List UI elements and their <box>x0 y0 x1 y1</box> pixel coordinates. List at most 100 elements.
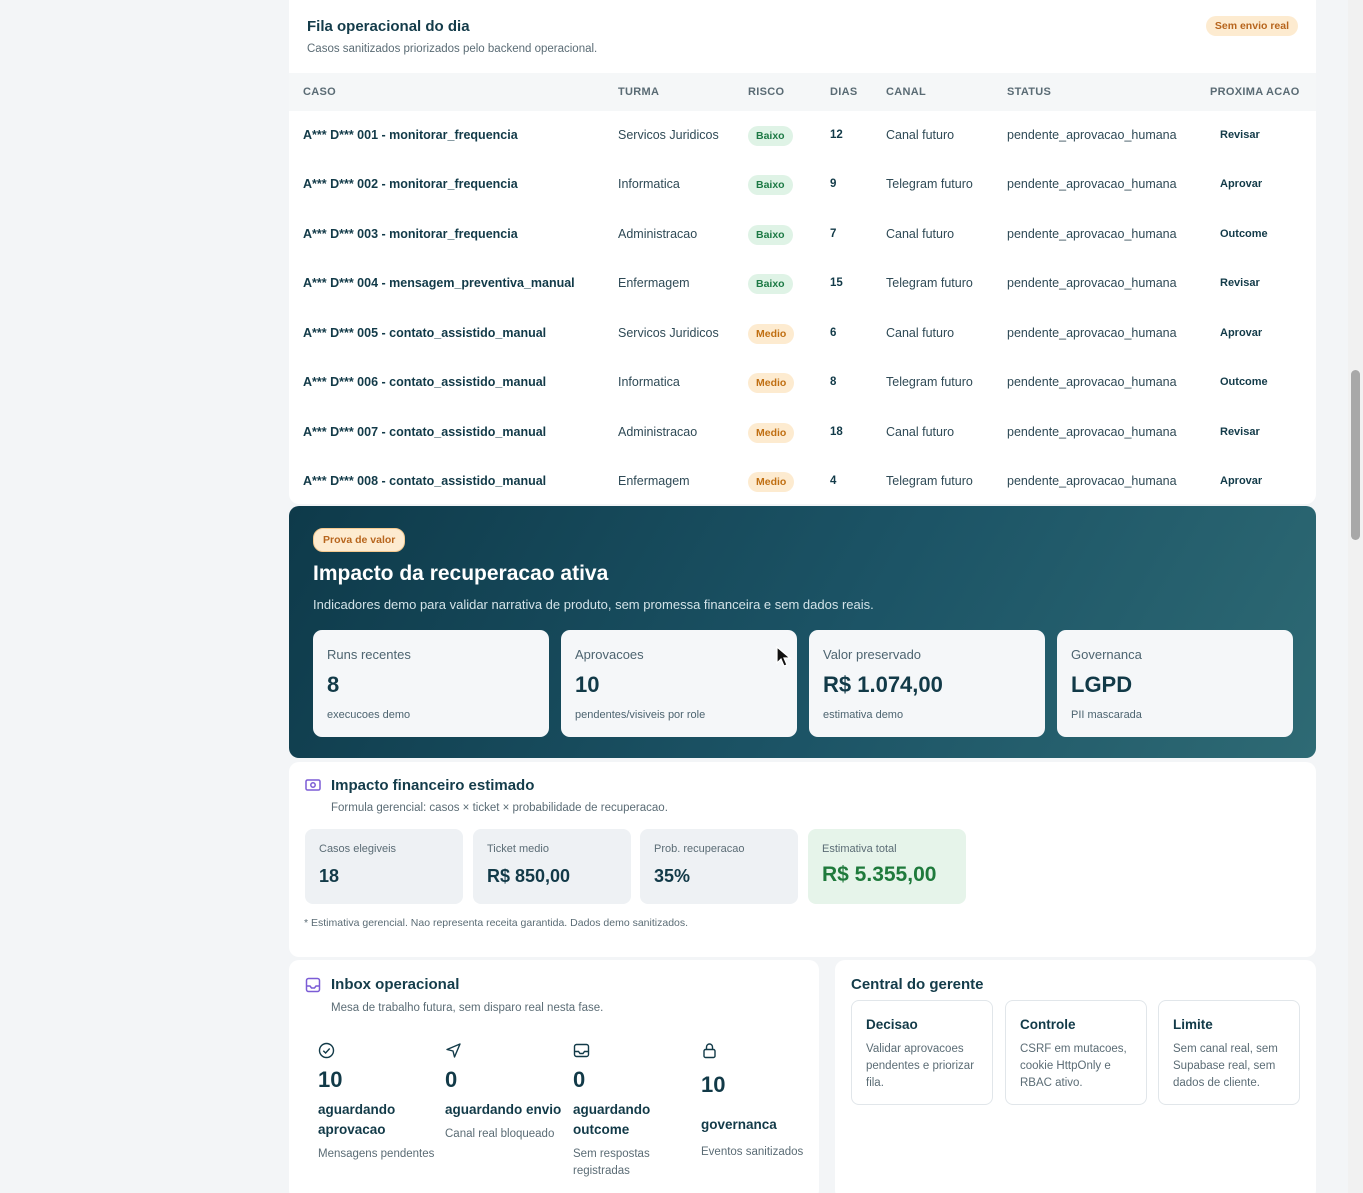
cell-caso[interactable]: A*** D*** 004 - mensagem_preventiva_manu… <box>303 276 575 290</box>
next-action-button[interactable]: Outcome <box>1220 376 1268 388</box>
column-header-proxima-acao[interactable]: PROXIMA ACAO <box>1210 86 1300 98</box>
next-action-button[interactable]: Outcome <box>1220 228 1268 240</box>
risk-badge: Baixo <box>748 224 793 245</box>
table-row[interactable]: A*** D*** 007 - contato_assistido_manual… <box>289 407 1316 456</box>
central-box-decisao: Decisao Validar aprovacoes pendentes e p… <box>851 1000 993 1105</box>
inbox-icon <box>305 977 321 993</box>
money-icon <box>305 779 321 791</box>
sem-envio-badge: Sem envio real <box>1205 16 1298 36</box>
table-row[interactable]: A*** D*** 002 - monitorar_frequencia Info… <box>289 159 1316 208</box>
stat-aguardando-aprovacao: 10 aguardando aprovacao Mensagens penden… <box>318 1042 436 1163</box>
page-scrollbar[interactable] <box>1348 0 1363 1193</box>
financeiro-disclaimer: * Estimativa gerencial. Nao representa r… <box>304 917 689 929</box>
scrollbar-thumb[interactable] <box>1351 370 1360 540</box>
table-row[interactable]: A*** D*** 004 - mensagem_preventiva_manu… <box>289 258 1316 307</box>
fila-operacional-card: Fila operacional do dia Casos sanitizado… <box>289 0 1316 504</box>
cell-status: pendente_aprovacao_humana <box>1007 275 1177 290</box>
fila-title: Fila operacional do dia <box>307 18 470 35</box>
metric-value: 35% <box>654 866 691 886</box>
kpi-caption: estimativa demo <box>823 709 904 721</box>
cell-caso[interactable]: A*** D*** 008 - contato_assistido_manual <box>303 474 546 488</box>
impacto-financeiro-card: Impacto financeiro estimado Formula gere… <box>289 762 1316 957</box>
stat-title: aguardando aprovacao <box>318 1102 396 1137</box>
kpi-label: Valor preservado <box>823 647 922 662</box>
ticket-medio-box: Ticket medio R$ 850,00 <box>473 829 631 904</box>
central-box-description: Validar aprovacoes pendentes e priorizar… <box>866 1043 975 1089</box>
central-box-title: Controle <box>1020 1017 1076 1032</box>
column-header-risco[interactable]: RISCO <box>748 86 784 98</box>
impacto-subtitle: Indicadores demo para validar narrativa … <box>313 597 874 612</box>
cell-status: pendente_aprovacao_humana <box>1007 226 1177 241</box>
cell-caso[interactable]: A*** D*** 005 - contato_assistido_manual <box>303 326 546 340</box>
cell-canal: Canal futuro <box>886 424 955 439</box>
cell-canal: Canal futuro <box>886 226 955 241</box>
column-header-caso[interactable]: CASO <box>303 86 336 98</box>
cell-status: pendente_aprovacao_humana <box>1007 325 1177 340</box>
next-action-button[interactable]: Aprovar <box>1220 327 1262 339</box>
stat-description: Mensagens pendentes <box>318 1148 435 1160</box>
risk-badge: Baixo <box>748 125 793 146</box>
estimativa-total-box: Estimativa total R$ 5.355,00 <box>808 829 966 904</box>
cell-dias: 8 <box>830 375 837 388</box>
cell-status: pendente_aprovacao_humana <box>1007 473 1177 488</box>
kpi-aprovacoes: Aprovacoes 10 pendentes/visiveis por rol… <box>561 630 797 737</box>
financeiro-subtitle: Formula gerencial: casos × ticket × prob… <box>331 802 668 814</box>
cell-caso[interactable]: A*** D*** 001 - monitorar_frequencia <box>303 128 518 142</box>
impacto-recuperacao-panel: Prova de valor Impacto da recuperacao at… <box>289 506 1316 758</box>
metric-label: Prob. recuperacao <box>654 843 745 855</box>
cell-status: pendente_aprovacao_humana <box>1007 424 1177 439</box>
stat-value: 10 <box>318 1067 343 1092</box>
stat-aguardando-envio: 0 aguardando envio Canal real bloqueado <box>445 1042 563 1143</box>
next-action-button[interactable]: Aprovar <box>1220 178 1262 190</box>
cell-caso[interactable]: A*** D*** 003 - monitorar_frequencia <box>303 227 518 241</box>
stat-aguardando-outcome: 0 aguardando outcome Sem respostas regis… <box>573 1042 691 1180</box>
inbox-tray-icon <box>573 1043 590 1058</box>
risk-badge: Medio <box>748 471 795 492</box>
metric-label: Casos elegiveis <box>319 843 397 855</box>
central-box-limite: Limite Sem canal real, sem Supabase real… <box>1158 1000 1300 1105</box>
kpi-caption: execucoes demo <box>327 709 411 721</box>
send-icon <box>446 1043 461 1058</box>
kpi-caption: pendentes/visiveis por role <box>575 709 706 721</box>
column-header-dias[interactable]: DIAS <box>830 86 857 98</box>
prova-de-valor-badge: Prova de valor <box>313 528 406 552</box>
cell-canal: Telegram futuro <box>886 176 973 191</box>
cell-dias: 18 <box>830 425 843 438</box>
impacto-title: Impacto da recuperacao ativa <box>313 562 609 585</box>
cell-dias: 9 <box>830 177 837 190</box>
cell-canal: Telegram futuro <box>886 374 973 389</box>
kpi-valor-preservado: Valor preservado R$ 1.074,00 estimativa … <box>809 630 1045 737</box>
column-header-status[interactable]: STATUS <box>1007 86 1051 98</box>
risk-pill-label: Baixo <box>748 174 793 195</box>
cell-caso[interactable]: A*** D*** 007 - contato_assistido_manual <box>303 425 546 439</box>
fila-subtitle: Casos sanitizados priorizados pelo backe… <box>307 43 598 55</box>
column-header-turma[interactable]: TURMA <box>618 86 659 98</box>
next-action-button[interactable]: Revisar <box>1220 277 1260 289</box>
table-row[interactable]: A*** D*** 006 - contato_assistido_manual… <box>289 357 1316 406</box>
column-header-canal[interactable]: CANAL <box>886 86 926 98</box>
cell-caso[interactable]: A*** D*** 002 - monitorar_frequencia <box>303 177 518 191</box>
financeiro-title: Impacto financeiro estimado <box>331 777 535 794</box>
kpi-label: Aprovacoes <box>575 647 644 662</box>
stat-title: aguardando envio <box>445 1102 562 1117</box>
table-row[interactable]: A*** D*** 005 - contato_assistido_manual… <box>289 308 1316 357</box>
table-row[interactable]: A*** D*** 003 - monitorar_frequencia Admi… <box>289 209 1316 258</box>
inbox-title: Inbox operacional <box>331 976 460 993</box>
mouse-cursor-icon <box>776 646 792 667</box>
risk-pill-label: Baixo <box>748 224 793 245</box>
central-box-description: Sem canal real, sem Supabase real, sem d… <box>1173 1043 1278 1089</box>
next-action-button[interactable]: Revisar <box>1220 426 1260 438</box>
lock-icon <box>703 1043 716 1059</box>
stat-value: 10 <box>701 1072 726 1097</box>
metric-label: Ticket medio <box>487 843 549 855</box>
kpi-label: Governanca <box>1071 647 1142 662</box>
central-do-gerente-card: Central do gerente Decisao Validar aprov… <box>835 960 1316 1193</box>
stat-title: aguardando outcome <box>573 1102 651 1137</box>
table-row[interactable]: A*** D*** 001 - monitorar_frequencia Serv… <box>289 110 1316 159</box>
next-action-button[interactable]: Aprovar <box>1220 475 1262 487</box>
table-row[interactable]: A*** D*** 008 - contato_assistido_manual… <box>289 456 1316 504</box>
next-action-button[interactable]: Revisar <box>1220 129 1260 141</box>
kpi-value: 10 <box>575 672 600 697</box>
kpi-governanca: Governanca LGPD PII mascarada <box>1057 630 1293 737</box>
cell-caso[interactable]: A*** D*** 006 - contato_assistido_manual <box>303 375 546 389</box>
